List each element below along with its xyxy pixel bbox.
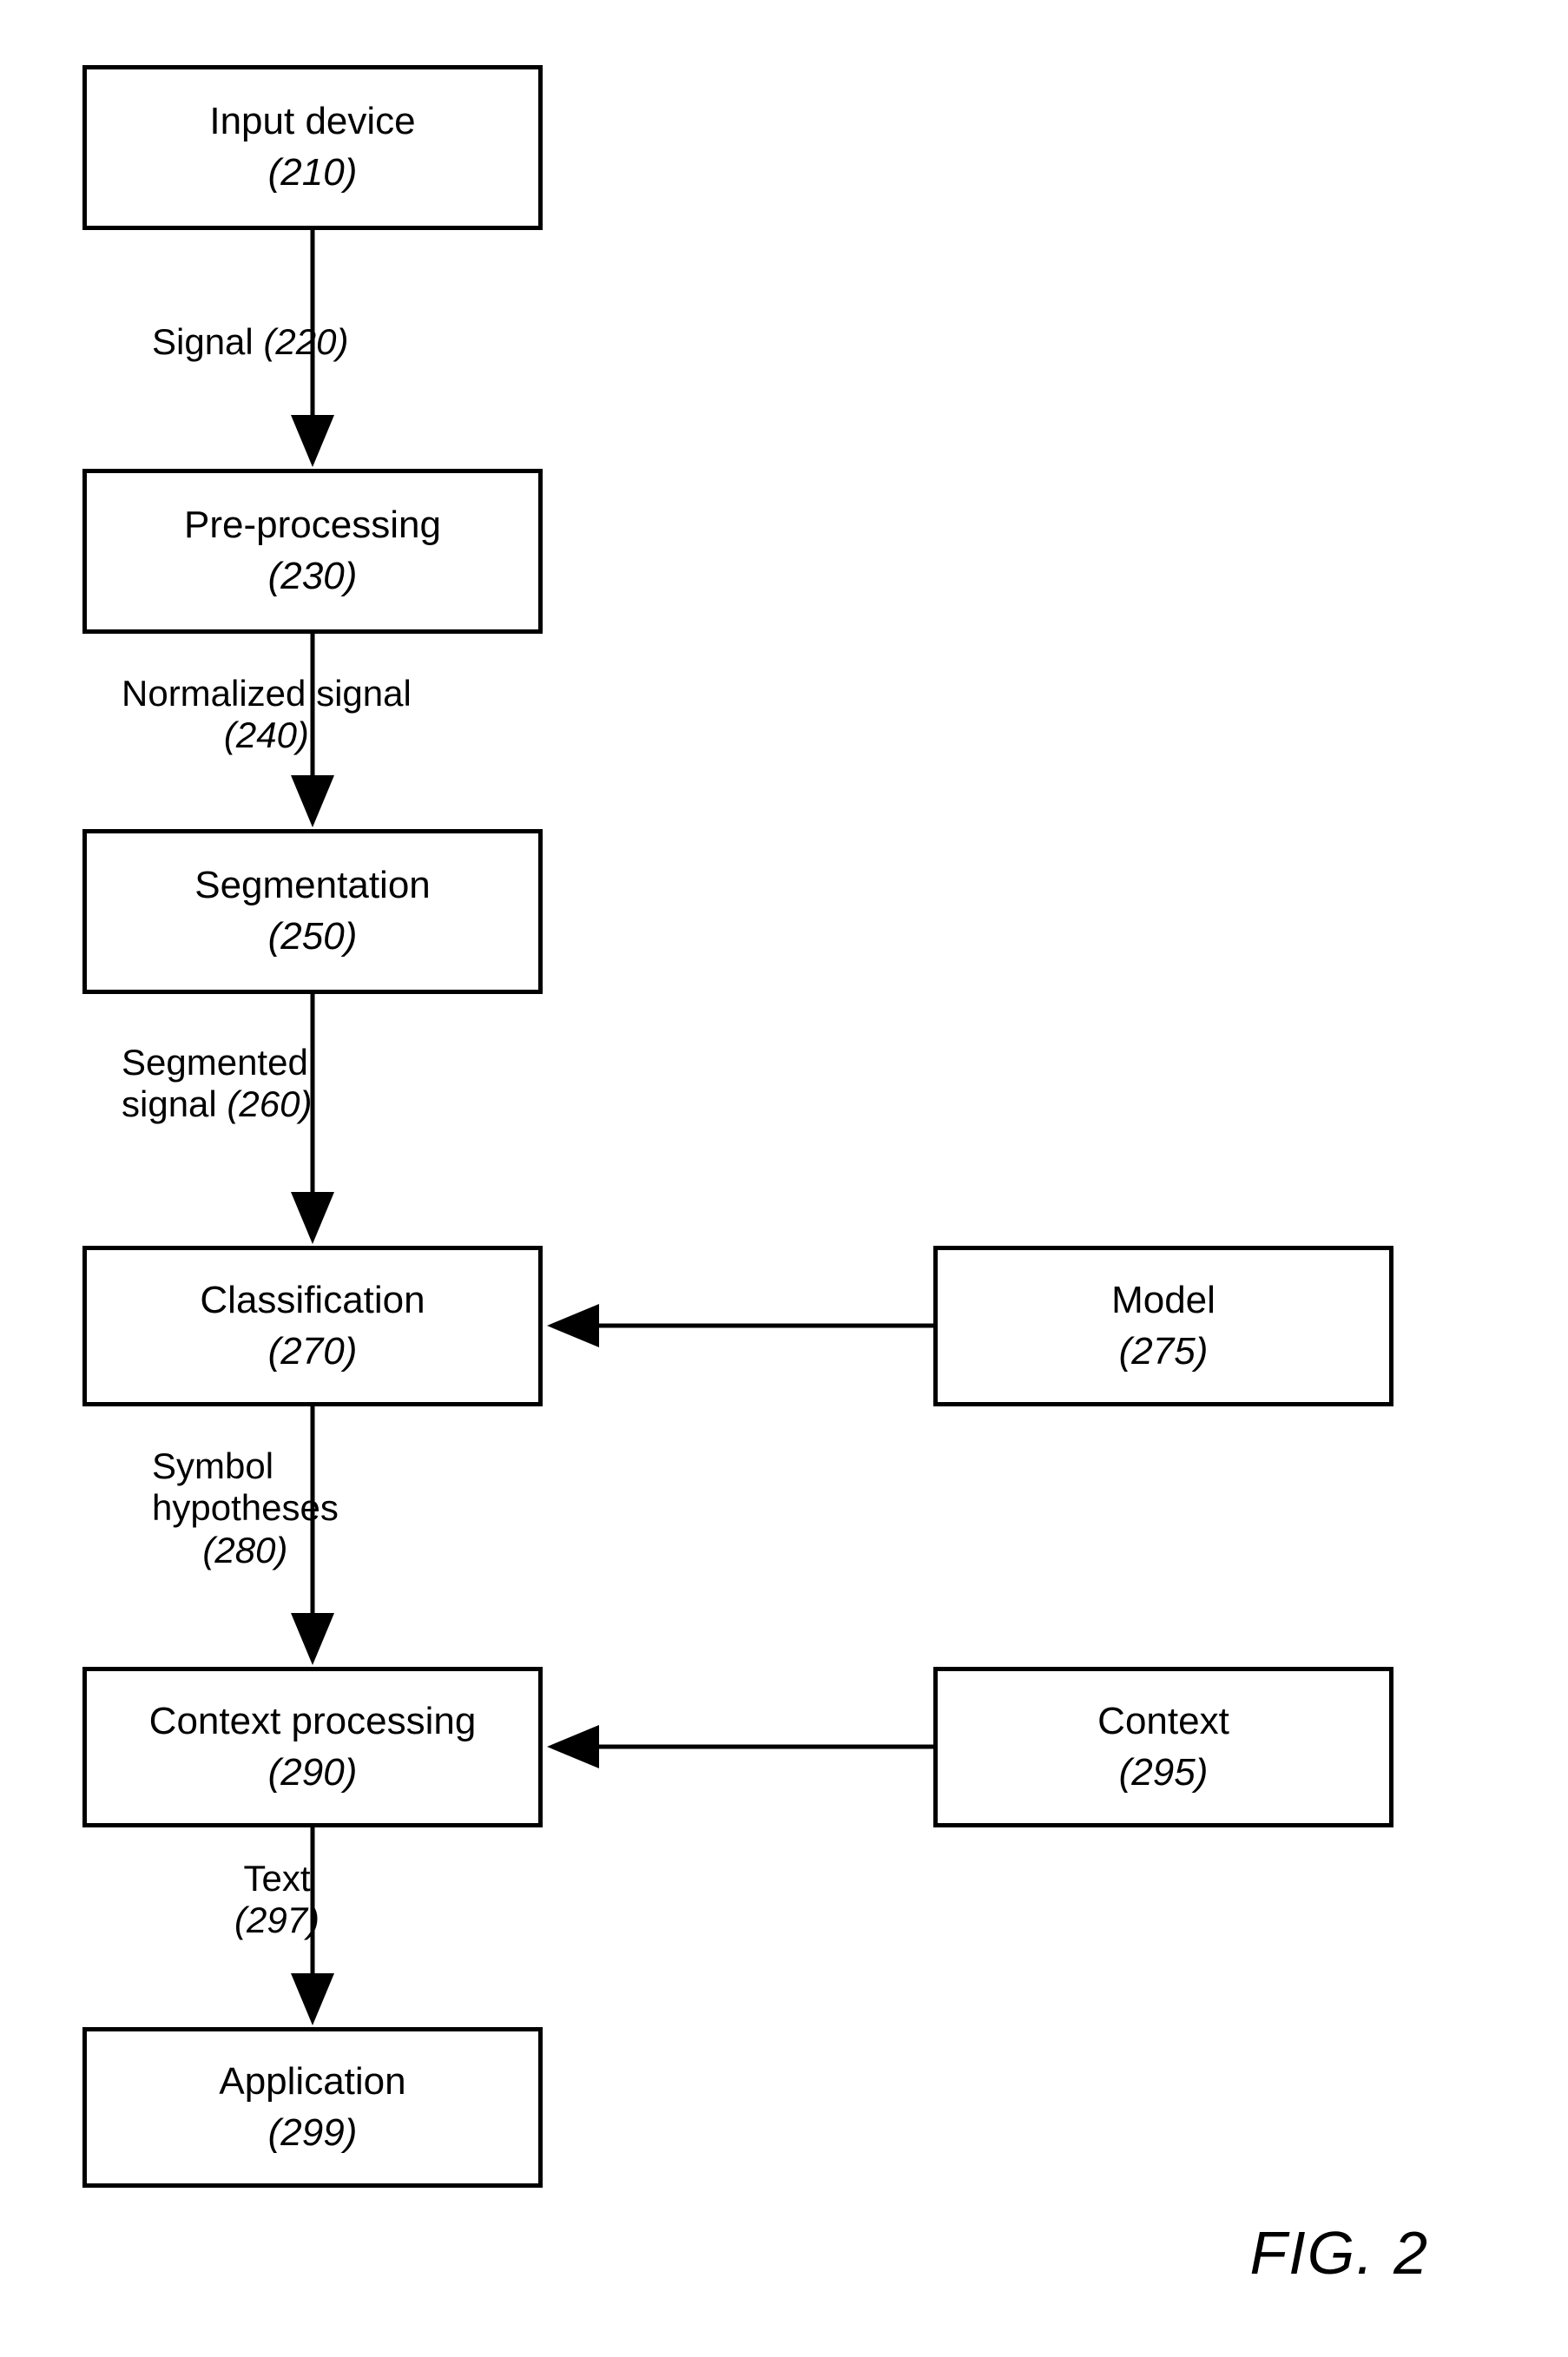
- edge-label-segmented: Segmented signal (260): [122, 1042, 312, 1126]
- node-ref: (295): [1119, 1750, 1209, 1796]
- figure-label: FIG. 2: [1250, 2218, 1429, 2288]
- node-ref: (299): [268, 2110, 358, 2156]
- node-title: Segmentation: [194, 863, 431, 909]
- node-segmentation: Segmentation (250): [82, 829, 543, 994]
- edge-label-signal: Signal (220): [152, 321, 349, 363]
- edge-ref: (260): [227, 1083, 312, 1124]
- node-model: Model (275): [933, 1246, 1393, 1406]
- node-ref: (250): [268, 914, 358, 960]
- edge-text2: signal: [122, 1083, 217, 1124]
- edge-label-symhyp: Symbol hypotheses (280): [152, 1445, 339, 1571]
- edge-label-normalized: Normalized signal (240): [122, 673, 412, 757]
- node-ref: (270): [268, 1329, 358, 1375]
- node-ref: (210): [268, 150, 358, 196]
- edge-text2: hypotheses: [152, 1487, 339, 1528]
- node-classification: Classification (270): [82, 1246, 543, 1406]
- edge-text: Symbol: [152, 1445, 273, 1486]
- edge-text: Segmented: [122, 1042, 308, 1083]
- node-title: Context: [1097, 1699, 1229, 1745]
- node-pre-processing: Pre-processing (230): [82, 469, 543, 634]
- edge-ref: (280): [202, 1530, 287, 1570]
- node-title: Input device: [209, 99, 415, 145]
- node-input-device: Input device (210): [82, 65, 543, 230]
- edge-text: Signal: [152, 321, 254, 362]
- node-title: Classification: [200, 1278, 425, 1324]
- edge-label-text: Text (297): [234, 1858, 320, 1942]
- edge-ref: (240): [224, 714, 309, 755]
- node-title: Context processing: [149, 1699, 477, 1745]
- node-ref: (275): [1119, 1329, 1209, 1375]
- node-context-processing: Context processing (290): [82, 1667, 543, 1827]
- node-title: Pre-processing: [184, 503, 441, 549]
- edge-ref: (220): [263, 321, 348, 362]
- node-title: Model: [1111, 1278, 1216, 1324]
- edge-ref: (297): [234, 1899, 320, 1940]
- node-ref: (230): [268, 554, 358, 600]
- node-title: Application: [219, 2059, 405, 2105]
- node-context: Context (295): [933, 1667, 1393, 1827]
- edge-text: Text: [244, 1858, 311, 1899]
- edge-text: Normalized signal: [122, 673, 412, 714]
- node-application: Application (299): [82, 2027, 543, 2188]
- node-ref: (290): [268, 1750, 358, 1796]
